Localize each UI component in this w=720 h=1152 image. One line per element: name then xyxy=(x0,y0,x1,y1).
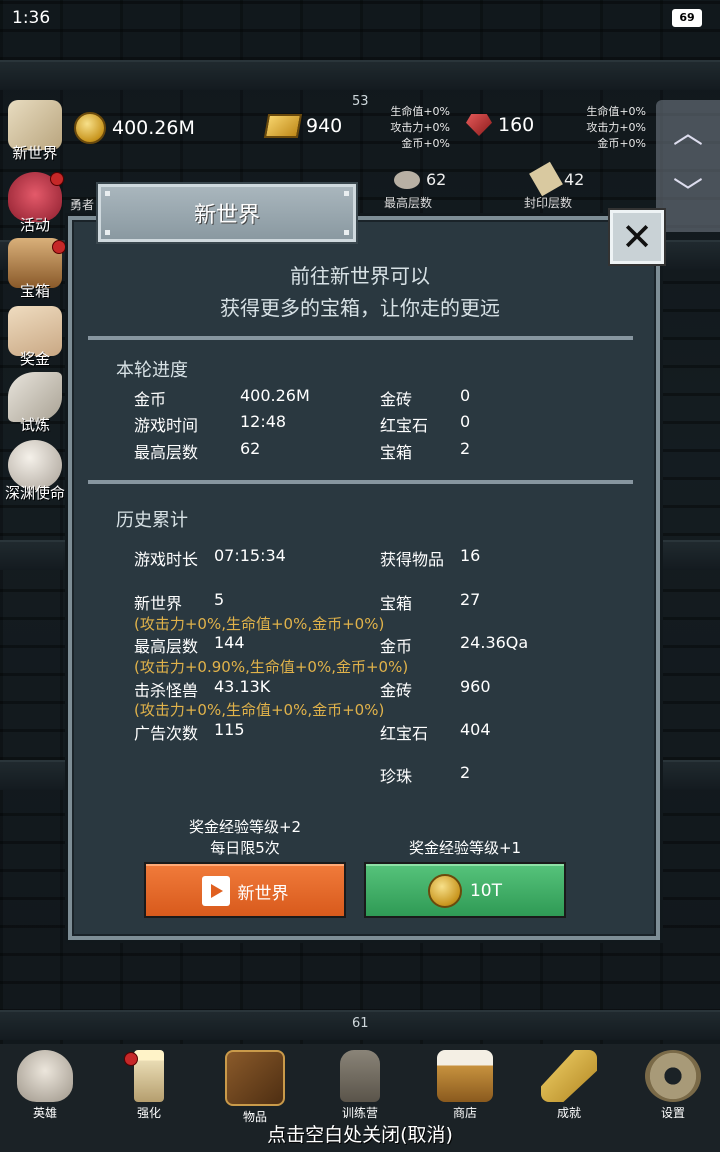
floor-scroll-controls: ︿ ﹀ xyxy=(656,100,720,232)
left-menu-trial[interactable]: 试炼 xyxy=(2,372,68,435)
floor-number: 53 xyxy=(352,94,369,109)
scroll-icon xyxy=(529,161,563,197)
ads-count-value: 115 xyxy=(214,720,245,739)
floor-number: 61 xyxy=(352,1016,369,1031)
new-world-count-label: 新世界 xyxy=(134,594,183,613)
total-brick-value: 960 xyxy=(460,677,491,696)
scroll-down-button[interactable]: ﹀ xyxy=(656,160,720,220)
close-icon: ✕ xyxy=(621,215,653,259)
pay-gold-new-world-button[interactable]: 10T xyxy=(366,864,564,916)
round-chest-value: 2 xyxy=(460,439,471,458)
candle-icon xyxy=(134,1050,164,1102)
round-gold-label: 金币 xyxy=(134,390,167,409)
scroll-counter: 42 xyxy=(529,161,584,197)
kills-label: 击杀怪兽 xyxy=(134,681,199,700)
notification-dot xyxy=(124,1052,138,1066)
close-button[interactable]: ✕ xyxy=(610,210,664,264)
history-title: 历史累计 xyxy=(116,510,188,531)
lantern-icon xyxy=(340,1050,380,1102)
video-icon xyxy=(201,876,230,906)
bonus-note-2: (攻击力+0.90%,生命值+0%,金币+0%) xyxy=(134,658,409,676)
gold-counter: 400.26M xyxy=(74,112,195,144)
nav-heroes[interactable]: 英雄 xyxy=(10,1050,80,1121)
round-ruby-label: 红宝石 xyxy=(380,416,429,435)
left-menu-new-world[interactable]: 新世界 xyxy=(2,100,68,163)
left-menu-events[interactable]: 活动 xyxy=(2,172,68,235)
stone-icon xyxy=(394,170,420,189)
notification-dot xyxy=(50,172,64,186)
bonus-note-1: (攻击力+0%,生命值+0%,金币+0%) xyxy=(134,615,385,633)
coin-icon xyxy=(74,112,106,144)
new-world-count-value: 5 xyxy=(214,590,225,609)
nav-settings[interactable]: 设置 xyxy=(638,1050,708,1121)
round-time-label: 游戏时间 xyxy=(134,416,199,435)
status-bar: 1:36 69 xyxy=(0,0,720,36)
divider xyxy=(88,480,633,484)
intro-line-1: 前往新世界可以 xyxy=(290,264,430,288)
dialog-title: 新世界 xyxy=(98,184,356,242)
gold-brick-counter: 940 xyxy=(263,114,342,138)
ruby-icon xyxy=(466,114,492,136)
nav-training-camp[interactable]: 训练营 xyxy=(325,1050,395,1121)
total-chest-value: 27 xyxy=(460,590,481,609)
sealed-floor-label: 封印层数 xyxy=(524,196,573,210)
nav-upgrade[interactable]: 强化 xyxy=(114,1050,184,1121)
items-obtained-value: 16 xyxy=(460,546,481,565)
nav-items[interactable]: 物品 xyxy=(220,1050,290,1125)
nav-achievements[interactable]: 成就 xyxy=(534,1050,604,1121)
stone-counter: 62 xyxy=(394,170,446,189)
round-brick-value: 0 xyxy=(460,386,471,405)
total-ruby-value: 404 xyxy=(460,720,491,739)
pearl-value: 2 xyxy=(460,763,471,782)
total-ruby-label: 红宝石 xyxy=(380,724,429,743)
items-obtained-label: 获得物品 xyxy=(380,550,445,569)
max-floor-label: 最高层数 xyxy=(384,196,433,210)
intro-line-2: 获得更多的宝箱，让你走的更远 xyxy=(220,296,500,320)
total-max-floor-value: 144 xyxy=(214,633,245,652)
clock: 1:36 xyxy=(12,8,51,28)
play-duration-label: 游戏时长 xyxy=(134,550,199,569)
beer-mug-icon xyxy=(437,1050,493,1102)
total-chest-label: 宝箱 xyxy=(380,594,413,613)
gold-brick-icon xyxy=(263,114,303,138)
scroll-up-button[interactable]: ︿ xyxy=(656,100,720,160)
gear-icon xyxy=(645,1050,701,1102)
round-gold-value: 400.26M xyxy=(240,386,310,405)
total-gold-value: 24.36Qa xyxy=(460,633,529,652)
play-duration-value: 07:15:34 xyxy=(214,546,286,565)
watch-ad-new-world-button[interactable]: 新世界 xyxy=(146,864,344,916)
total-brick-label: 金砖 xyxy=(380,681,413,700)
bonus-stats-right: 生命值+0% 攻击力+0% 金币+0% xyxy=(586,105,646,150)
kills-value: 43.13K xyxy=(214,677,271,696)
round-time-value: 12:48 xyxy=(240,412,287,431)
tap-to-close-hint[interactable]: 点击空白处关闭(取消) xyxy=(0,1120,720,1147)
divider xyxy=(88,336,633,340)
coin-icon xyxy=(427,874,462,908)
round-chest-label: 宝箱 xyxy=(380,443,413,462)
ad-reward-caption: 奖金经验等级+2 每日限5次 xyxy=(188,818,302,857)
hero-label: 勇者 xyxy=(70,198,95,212)
round-max-floor-label: 最高层数 xyxy=(134,443,199,462)
round-progress-title: 本轮进度 xyxy=(116,360,188,381)
key-icon xyxy=(541,1050,597,1102)
skull-icon xyxy=(17,1050,73,1102)
ruby-counter: 160 xyxy=(466,114,534,136)
pearl-label: 珍珠 xyxy=(380,767,413,786)
battery-icon: 69 xyxy=(672,9,702,27)
notification-dot xyxy=(52,240,66,254)
bonus-stats-left: 生命值+0% 攻击力+0% 金币+0% xyxy=(390,105,450,150)
left-menu-abyss-mission[interactable]: 深渊使命 xyxy=(2,440,68,503)
round-brick-label: 金砖 xyxy=(380,390,413,409)
ads-count-label: 广告次数 xyxy=(134,724,199,743)
pay-reward-caption: 奖金经验等级+1 xyxy=(408,839,522,857)
nav-shop[interactable]: 商店 xyxy=(430,1050,500,1121)
round-ruby-value: 0 xyxy=(460,412,471,431)
total-gold-label: 金币 xyxy=(380,637,413,656)
total-max-floor-label: 最高层数 xyxy=(134,637,199,656)
round-max-floor-value: 62 xyxy=(240,439,261,458)
book-icon xyxy=(225,1050,285,1106)
bonus-note-3: (攻击力+0%,生命值+0%,金币+0%) xyxy=(134,701,385,719)
